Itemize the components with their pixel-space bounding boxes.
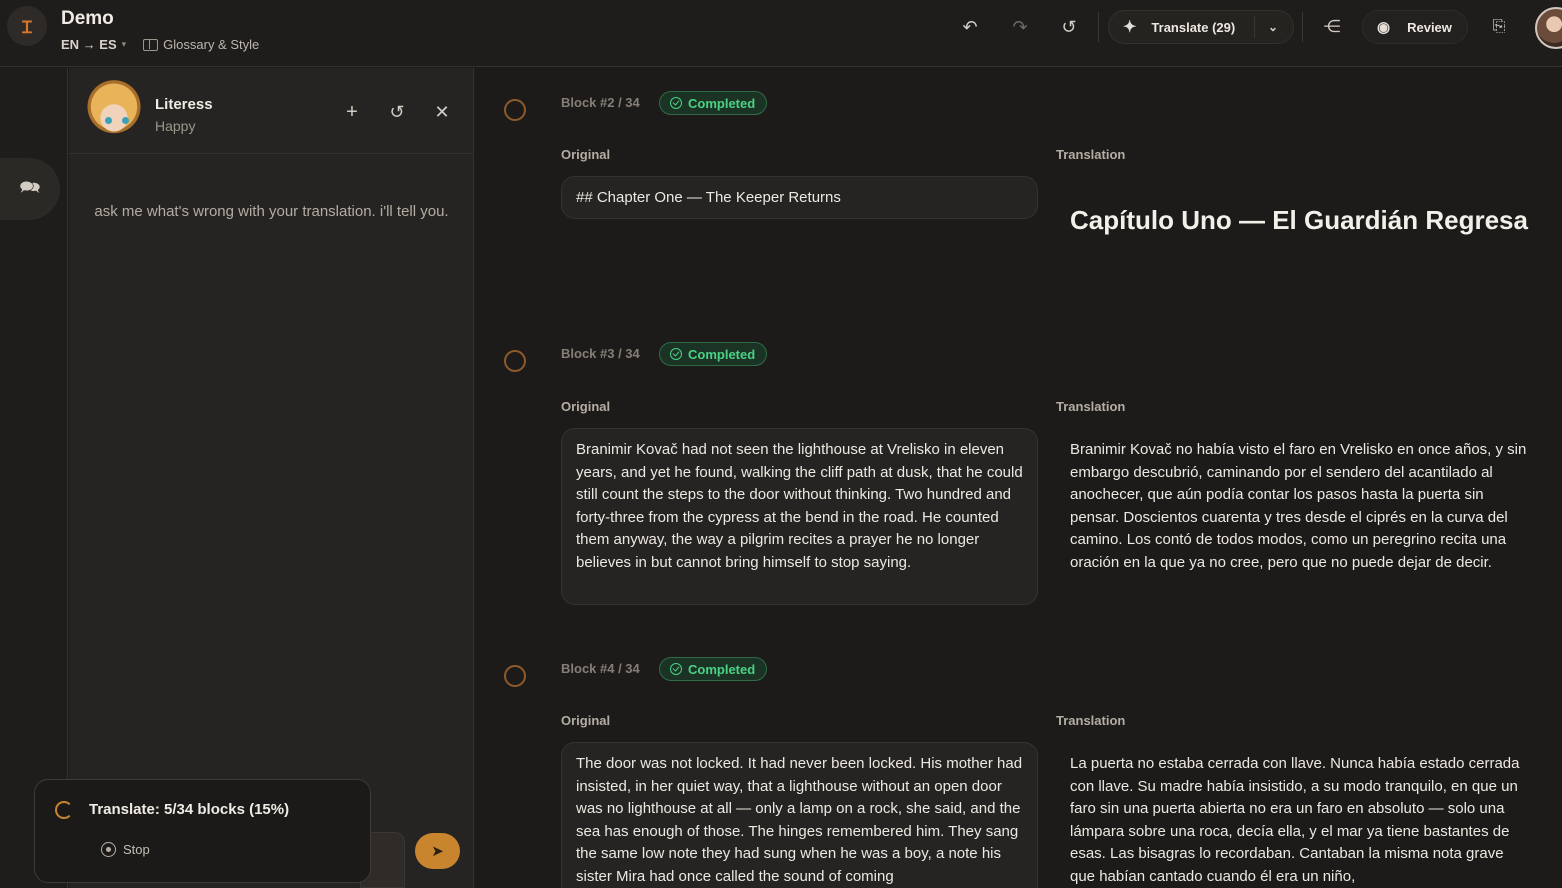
translation-label: Translation <box>1056 713 1126 728</box>
check-circle-icon <box>670 348 682 360</box>
chevron-down-icon[interactable]: ⌄ <box>1268 20 1278 34</box>
original-label: Original <box>561 147 611 162</box>
character-avatar <box>83 77 145 143</box>
user-avatar[interactable] <box>1535 7 1562 49</box>
app-header: Ɪ Demo EN → ES ▾ Glossary & Style ↶ ↷ ↺ … <box>0 0 1562 67</box>
original-text[interactable]: The door was not locked. It had never be… <box>561 742 1038 888</box>
block-number: Block #2 / 34 <box>561 95 640 110</box>
translate-label: Translate (29) <box>1151 19 1236 35</box>
undo-icon[interactable]: ↶ <box>954 11 986 43</box>
stop-label: Stop <box>123 842 150 857</box>
export-file-icon[interactable]: ⎘ <box>1483 11 1515 43</box>
translation-text[interactable]: Capítulo Uno — El Guardián Regresa <box>1070 202 1530 238</box>
blocks-list: Block #2 / 34 Completed Original Transla… <box>475 68 1562 888</box>
app-logo-icon[interactable]: Ɪ <box>7 6 47 46</box>
divider <box>1302 12 1303 42</box>
language-pair-selector[interactable]: EN → ES <box>61 37 117 52</box>
chevron-down-icon[interactable]: ▾ <box>122 39 127 50</box>
progress-text: Translate: 5/34 blocks (15%) <box>89 801 290 818</box>
chat-header: Literess Happy + ↺ ✕ <box>69 68 473 154</box>
chat-toggle-button[interactable]: 🗪 <box>0 158 60 220</box>
original-text[interactable]: Branimir Kovač had not seen the lighthou… <box>561 428 1038 605</box>
translate-progress-toast: Translate: 5/34 blocks (15%) Stop <box>34 779 371 883</box>
status-badge: Completed <box>659 91 768 115</box>
eye-icon: ◉ <box>1377 19 1391 36</box>
block-select-circle[interactable] <box>504 99 526 121</box>
check-circle-icon <box>670 97 682 109</box>
chat-history-icon[interactable]: ↺ <box>385 100 409 124</box>
translation-label: Translation <box>1056 147 1126 162</box>
left-rail: 🗪 <box>0 68 68 888</box>
translation-text[interactable]: Branimir Kovač no había visto el faro en… <box>1070 439 1530 574</box>
divider <box>1254 16 1255 38</box>
sparkle-icon: ✦ <box>1123 19 1137 36</box>
review-button[interactable]: ◉ Review <box>1362 10 1468 44</box>
close-icon[interactable]: ✕ <box>430 100 454 124</box>
assistant-chat-panel: Literess Happy + ↺ ✕ ask me what's wrong… <box>69 68 474 888</box>
review-label: Review <box>1407 19 1452 35</box>
status-badge: Completed <box>659 657 768 681</box>
translation-text[interactable]: La puerta no estaba cerrada con llave. N… <box>1070 753 1530 888</box>
block-select-circle[interactable] <box>504 350 526 372</box>
send-button[interactable]: ➤ <box>415 833 460 869</box>
divider <box>1098 12 1099 42</box>
check-circle-icon <box>670 663 682 675</box>
book-icon <box>143 38 159 51</box>
project-subline: EN → ES ▾ Glossary & Style <box>61 37 259 52</box>
stop-button[interactable]: Stop <box>101 842 150 857</box>
block-number: Block #3 / 34 <box>561 346 640 361</box>
status-badge: Completed <box>659 342 768 366</box>
chat-bubbles-icon: 🗪 <box>19 177 41 197</box>
original-label: Original <box>561 713 611 728</box>
loading-spinner-icon <box>55 801 73 819</box>
chat-empty-hint: ask me what's wrong with your translatio… <box>94 203 449 220</box>
block-number: Block #4 / 34 <box>561 661 640 676</box>
character-avatar-eyes <box>105 117 129 124</box>
history-icon[interactable]: ↺ <box>1053 11 1085 43</box>
translate-button[interactable]: ✦ Translate (29) ⌄ <box>1108 10 1294 44</box>
project-title: Demo <box>61 8 114 29</box>
original-text[interactable]: ## Chapter One — The Keeper Returns <box>561 176 1038 219</box>
block-select-circle[interactable] <box>504 665 526 687</box>
character-name: Literess <box>155 96 213 113</box>
character-mood: Happy <box>155 118 196 134</box>
glossary-style-link[interactable]: Glossary & Style <box>163 37 259 52</box>
share-icon[interactable]: ⋲ <box>1316 11 1348 43</box>
redo-icon[interactable]: ↷ <box>1004 11 1036 43</box>
translation-label: Translation <box>1056 399 1126 414</box>
new-chat-plus-icon[interactable]: + <box>340 100 364 124</box>
original-label: Original <box>561 399 611 414</box>
send-paper-plane-icon: ➤ <box>431 843 444 860</box>
stop-icon <box>101 842 116 857</box>
